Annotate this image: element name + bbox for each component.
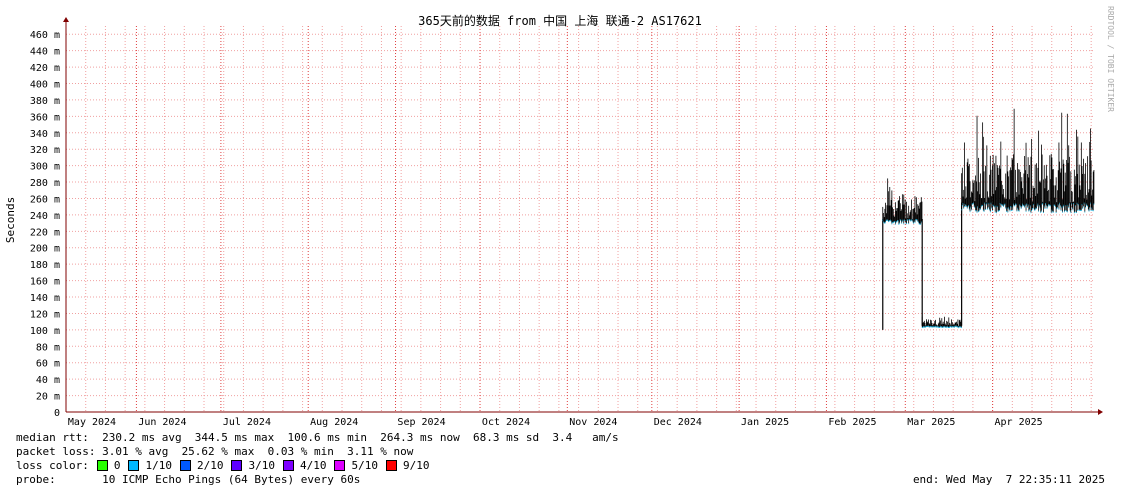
y-tick-label: 340 m [30, 129, 60, 140]
legend-label: 0 [113, 459, 121, 472]
y-tick-label: 80 m [36, 342, 60, 353]
y-tick-label: 20 m [36, 392, 60, 403]
legend-swatch [128, 460, 140, 471]
y-tick-label: 440 m [30, 47, 60, 58]
y-axis-label: Seconds [4, 197, 17, 243]
probe-info: probe: 10 ICMP Echo Pings (64 Bytes) eve… [16, 473, 361, 486]
x-tick-label: Sep 2024 [397, 417, 445, 428]
y-tick-label: 380 m [30, 96, 60, 107]
loss-color-label: loss color: [16, 459, 89, 472]
y-tick-label: 300 m [30, 162, 60, 173]
segment-period-3 [961, 108, 1095, 326]
legend-swatch [96, 460, 108, 471]
y-tick-label: 200 m [30, 244, 60, 255]
grid [65, 26, 1094, 413]
legend-label: 4/10 [299, 459, 327, 472]
y-tick-label: 0 [54, 408, 60, 419]
legend-swatch [385, 460, 397, 471]
y-tick-label: 140 m [30, 293, 60, 304]
x-tick-label: Dec 2024 [654, 417, 702, 428]
y-tick-label: 360 m [30, 112, 60, 123]
y-tick-label: 60 m [36, 359, 60, 370]
legend-swatch [179, 460, 191, 471]
y-tick-label: 400 m [30, 79, 60, 90]
x-axis-arrow [1098, 409, 1103, 415]
x-tick-label: Mar 2025 [907, 417, 955, 428]
y-tick-label: 260 m [30, 194, 60, 205]
x-tick-label: Oct 2024 [482, 417, 530, 428]
legend-swatch [282, 460, 294, 471]
y-tick-label: 220 m [30, 227, 60, 238]
packet-loss-stats: packet loss: 3.01 % avg 25.62 % max 0.03… [16, 445, 414, 458]
y-tick-label: 280 m [30, 178, 60, 189]
segment-period-1 [882, 178, 923, 330]
x-tick-label: Apr 2025 [995, 417, 1043, 428]
y-tick-label: 180 m [30, 260, 60, 271]
x-tick-label: Feb 2025 [828, 417, 876, 428]
end-timestamp: end: Wed May 7 22:35:11 2025 [912, 473, 1105, 486]
y-tick-label: 420 m [30, 63, 60, 74]
y-tick-label: 240 m [30, 211, 60, 222]
x-tick-label: Nov 2024 [569, 417, 617, 428]
x-tick-labels: May 2024 Jun 2024 Jul 2024 Aug 2024 Sep 2024… [68, 417, 1043, 428]
axes [63, 17, 1103, 415]
watermark: RRDTOOL / TOBI OETIKER [1106, 6, 1115, 112]
x-tick-label: Jul 2024 [223, 417, 271, 428]
y-tick-label: 160 m [30, 277, 60, 288]
x-tick-label: Jan 2025 [741, 417, 789, 428]
y-tick-label: 320 m [30, 145, 60, 156]
y-tick-label: 40 m [36, 375, 60, 386]
legend-swatch [334, 460, 346, 471]
y-tick-labels: 0 20 m 40 m 60 m 80 m 100 m 120 m 140 m 160 m 180… [30, 30, 60, 419]
y-tick-label: 460 m [30, 30, 60, 41]
legend-label: 5/10 [351, 459, 378, 472]
chart-title: 365天前的数据 from 中国 上海 联通-2 AS17621 [418, 13, 702, 28]
median-rtt-stats: median rtt: 230.2 ms avg 344.5 ms max 10… [16, 431, 619, 444]
y-tick-label: 100 m [30, 326, 60, 337]
segment-period-2 [921, 219, 962, 329]
y-tick-label: 120 m [30, 309, 60, 320]
x-tick-label: May 2024 [68, 417, 116, 428]
legend-label: 1/10 [145, 459, 172, 472]
latency-chart: 365天前的数据 from 中国 上海 联通-2 AS17621 Seconds… [4, 6, 1115, 428]
y-axis-arrow [63, 17, 69, 22]
legend-label: 2/10 [196, 459, 224, 472]
x-tick-label: Jun 2024 [138, 417, 186, 428]
legend-swatch [231, 460, 243, 471]
x-tick-label: Aug 2024 [310, 417, 358, 428]
legend-label: 3/10 [248, 459, 275, 472]
legend-label: 9/10 [402, 459, 430, 472]
loss-color-legend: loss color: 0 1/10 2/10 3/10 4/10 5/10 9/10 [16, 459, 429, 472]
